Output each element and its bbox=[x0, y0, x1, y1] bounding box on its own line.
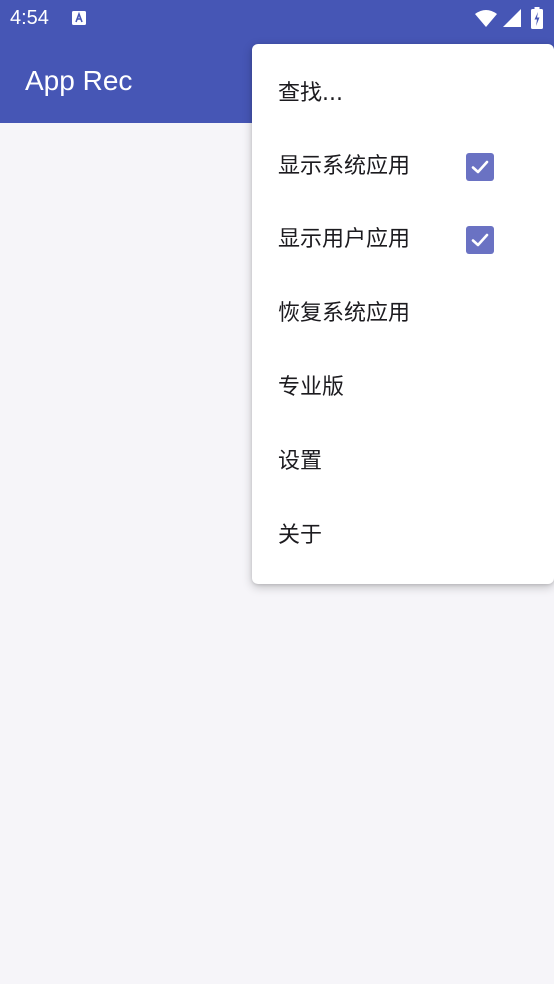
checkmark-icon bbox=[471, 160, 489, 174]
status-time: 4:54 bbox=[10, 7, 49, 29]
menu-item-pro-version[interactable]: 专业版 bbox=[252, 358, 554, 418]
menu-item-about[interactable]: 关于 bbox=[252, 506, 554, 566]
menu-item-label: 显示系统应用 bbox=[278, 154, 411, 179]
text-a-icon bbox=[72, 11, 86, 25]
battery-charging-icon bbox=[531, 7, 543, 29]
menu-item-search[interactable]: 查找... bbox=[252, 64, 554, 124]
menu-item-label: 关于 bbox=[278, 523, 323, 548]
menu-item-label: 设置 bbox=[278, 449, 323, 474]
app-title: App Rec bbox=[25, 65, 133, 96]
signal-icon bbox=[503, 9, 521, 27]
menu-item-show-user-apps[interactable]: 显示用户应用 bbox=[252, 210, 554, 270]
show-system-apps-checkbox[interactable] bbox=[466, 153, 494, 181]
menu-item-restore-system-apps[interactable]: 恢复系统应用 bbox=[252, 284, 554, 344]
menu-item-label: 恢复系统应用 bbox=[278, 301, 411, 326]
overflow-menu: 查找... 显示系统应用 显示用户应用 恢复系统应用 专业版 设置 关于 bbox=[252, 44, 554, 584]
menu-item-settings[interactable]: 设置 bbox=[252, 432, 554, 492]
status-bar: 4:54 bbox=[0, 0, 554, 36]
menu-item-label: 查找... bbox=[278, 81, 343, 106]
menu-item-label: 显示用户应用 bbox=[278, 227, 411, 252]
menu-item-label: 专业版 bbox=[278, 375, 345, 400]
menu-item-show-system-apps[interactable]: 显示系统应用 bbox=[252, 137, 554, 197]
wifi-icon bbox=[475, 10, 497, 27]
checkmark-icon bbox=[471, 233, 489, 247]
show-user-apps-checkbox[interactable] bbox=[466, 226, 494, 254]
